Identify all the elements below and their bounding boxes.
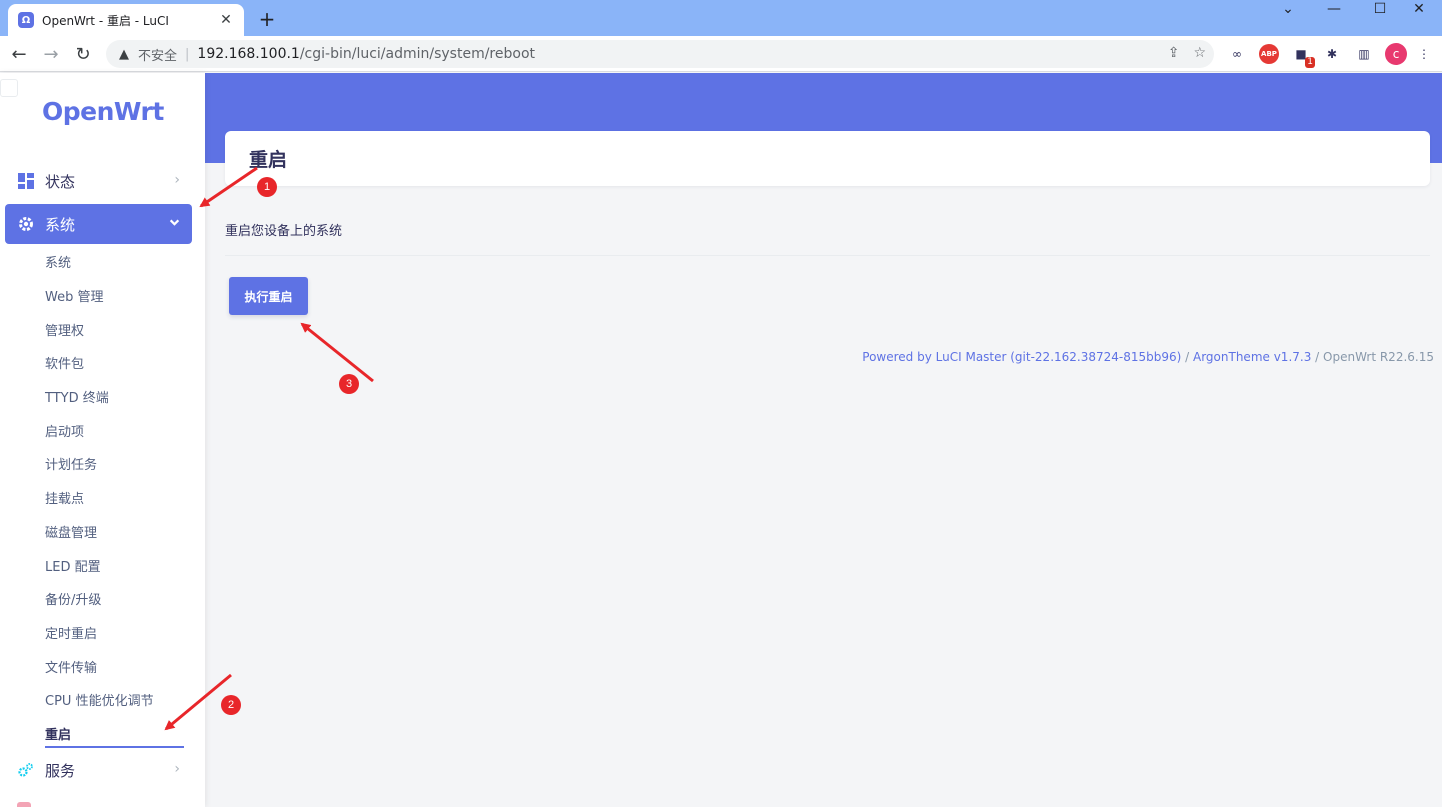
submenu-item-reboot[interactable]: 重启 <box>45 724 71 743</box>
footer-luci-link[interactable]: Powered by LuCI Master (git-22.162.38724… <box>862 350 1181 364</box>
cogs-icon <box>17 761 35 779</box>
infinity-extension-icon[interactable]: ∞ <box>1227 44 1247 64</box>
network-storage-icon <box>17 802 31 807</box>
menu-item-services[interactable]: 服务 › <box>5 750 192 790</box>
footer: Powered by LuCI Master (git-22.162.38724… <box>862 350 1434 364</box>
new-tab-button[interactable]: + <box>254 6 280 32</box>
footer-separator: / <box>1311 350 1324 364</box>
submenu-item-admin-rights[interactable]: 管理权 <box>45 320 84 339</box>
chevron-right-icon: › <box>174 761 180 777</box>
close-tab-icon[interactable]: ✕ <box>218 12 234 28</box>
page-title: 重启 <box>249 149 288 171</box>
page-description: 重启您设备上的系统 <box>225 224 343 239</box>
submenu-item-ttyd[interactable]: TTYD 终端 <box>45 387 109 406</box>
menu-item-status-label: 状态 <box>45 172 76 191</box>
footer-separator: / <box>1181 350 1193 364</box>
browser-toolbar: ← → ↻ ▲ 不安全 | 192.168.100.1/cgi-bin/luci… <box>0 36 1442 72</box>
annotation-marker-1: 1 <box>257 177 277 197</box>
submenu-item-disk-management[interactable]: 磁盘管理 <box>45 522 97 541</box>
divider <box>225 255 1430 256</box>
share-icon[interactable]: ⇪ <box>1168 45 1180 61</box>
back-icon[interactable]: ← <box>6 41 32 67</box>
url-path: /cgi-bin/luci/admin/system/reboot <box>299 46 535 62</box>
submenu-item-backup-upgrade[interactable]: 备份/升级 <box>45 589 101 608</box>
submenu-item-scheduled-tasks[interactable]: 计划任务 <box>45 454 97 473</box>
tab-title: OpenWrt - 重启 - LuCI <box>42 13 169 28</box>
gear-icon <box>17 215 35 233</box>
menu-kebab-icon[interactable]: ⋮ <box>1414 44 1434 64</box>
bookmark-star-icon[interactable]: ☆ <box>1193 45 1206 61</box>
menu-item-system[interactable]: 系统 <box>5 204 192 244</box>
dashboard-icon <box>17 172 35 190</box>
restore-icon[interactable]: — <box>1311 0 1357 18</box>
warning-icon: ▲ <box>119 46 129 62</box>
minimize-icon[interactable]: ⌄ <box>1265 0 1311 18</box>
forward-icon[interactable]: → <box>38 41 64 67</box>
openwrt-favicon-icon: Ω <box>18 12 34 28</box>
annotation-marker-2: 2 <box>221 695 241 715</box>
insecure-label[interactable]: 不安全 <box>138 45 177 64</box>
submenu-item-web-admin[interactable]: Web 管理 <box>45 286 103 305</box>
submenu-item-startup[interactable]: 启动项 <box>45 421 84 440</box>
chevron-right-icon: › <box>174 172 180 188</box>
page: OpenWrt 状态 › 系统 系统 Web 管理 管理权 软件包 TTYD 终… <box>0 73 1442 807</box>
footer-theme-link[interactable]: ArgonTheme v1.7.3 <box>1193 350 1311 364</box>
submenu-item-mount-points[interactable]: 挂载点 <box>45 488 84 507</box>
side-panel-icon[interactable]: ▥ <box>1354 44 1374 64</box>
close-window-icon[interactable]: ✕ <box>1396 0 1442 18</box>
title-card: 重启 <box>225 131 1430 186</box>
url-text[interactable]: 192.168.100.1/cgi-bin/luci/admin/system/… <box>197 46 535 62</box>
submenu-item-packages[interactable]: 软件包 <box>45 353 84 372</box>
badge-extension-icon[interactable]: ■ 1 <box>1291 44 1315 68</box>
submenu-item-system[interactable]: 系统 <box>45 252 71 271</box>
extensions-puzzle-icon[interactable]: ✱ <box>1322 44 1342 64</box>
brand-logo[interactable]: OpenWrt <box>42 97 164 126</box>
url-host: 192.168.100.1 <box>197 46 300 62</box>
submenu-item-cpu-tuning[interactable]: CPU 性能优化调节 <box>45 690 154 709</box>
submenu-item-led-config[interactable]: LED 配置 <box>45 556 101 575</box>
adblock-extension-icon[interactable]: ABP <box>1259 44 1279 64</box>
perform-reboot-button[interactable]: 执行重启 <box>229 277 308 315</box>
annotation-marker-3: 3 <box>339 374 359 394</box>
address-bar[interactable]: ▲ 不安全 | 192.168.100.1/cgi-bin/luci/admin… <box>106 40 1214 68</box>
chevron-down-icon <box>169 216 180 232</box>
footer-version: OpenWrt R22.6.15 <box>1323 350 1434 364</box>
submenu-item-file-transfer[interactable]: 文件传输 <box>45 657 97 676</box>
menu-item-services-label: 服务 <box>45 761 76 780</box>
menu-item-status[interactable]: 状态 › <box>5 161 192 201</box>
submenu-item-scheduled-reboot[interactable]: 定时重启 <box>45 623 97 642</box>
sidebar: OpenWrt 状态 › 系统 系统 Web 管理 管理权 软件包 TTYD 终… <box>0 73 205 807</box>
menu-item-system-label: 系统 <box>45 215 76 234</box>
profile-avatar[interactable]: c <box>1385 43 1407 65</box>
sidebar-toggle[interactable] <box>0 79 18 97</box>
separator: | <box>185 46 190 62</box>
browser-tab-strip: Ω OpenWrt - 重启 - LuCI ✕ + ⌄ — ☐ ✕ <box>0 0 1442 36</box>
active-submenu-indicator <box>45 746 184 748</box>
reload-icon[interactable]: ↻ <box>70 41 96 67</box>
extension-badge: 1 <box>1305 57 1315 68</box>
browser-tab[interactable]: Ω OpenWrt - 重启 - LuCI ✕ <box>8 4 244 36</box>
